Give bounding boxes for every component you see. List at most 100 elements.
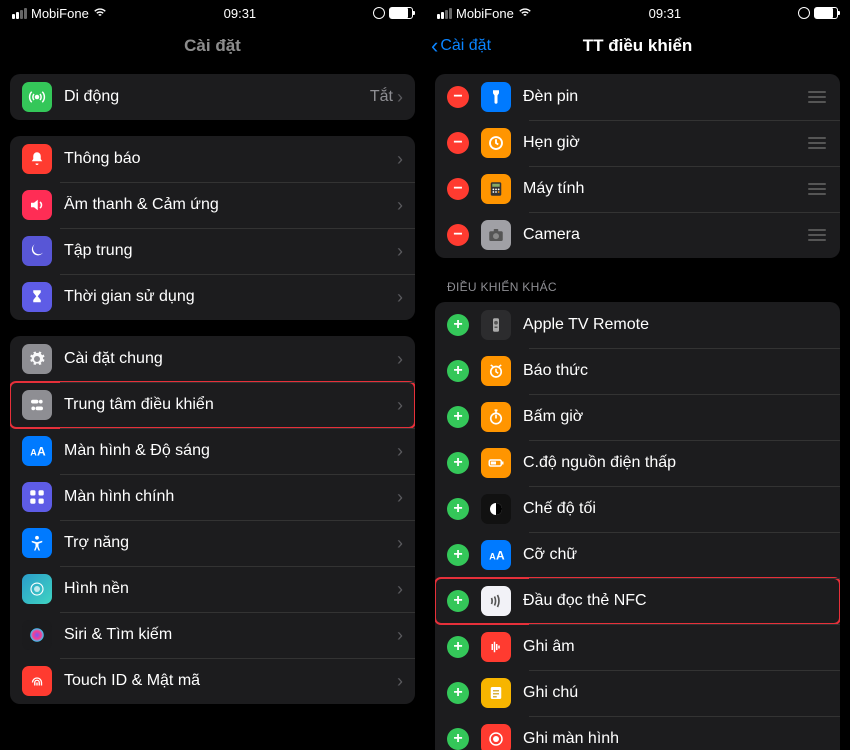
row-label: Trợ năng: [64, 534, 397, 552]
textsize-icon: AA: [481, 540, 511, 570]
alarm-indicator-icon: [798, 7, 810, 19]
remove-button[interactable]: −: [447, 178, 469, 200]
settings-row[interactable]: Siri & Tìm kiếm›: [10, 612, 415, 658]
battery-icon: [481, 448, 511, 478]
settings-screen: MobiFone 09:31 Cài đặt Di độngTắt› Thông…: [0, 0, 425, 750]
nav-header: Cài đặt: [0, 26, 425, 66]
row-label: Siri & Tìm kiếm: [64, 626, 397, 644]
back-label: Cài đặt: [440, 37, 491, 55]
control-row: +Ghi màn hình: [435, 716, 840, 750]
control-row: −Máy tính: [435, 166, 840, 212]
settings-row[interactable]: Trung tâm điều khiển›: [10, 382, 415, 428]
antenna-icon: [22, 82, 52, 112]
add-button[interactable]: +: [447, 498, 469, 520]
add-button[interactable]: +: [447, 590, 469, 612]
row-label: Âm thanh & Cảm ứng: [64, 196, 397, 214]
gear-icon: [22, 344, 52, 374]
cellular-signal-icon: [12, 8, 27, 19]
chevron-right-icon: ›: [397, 241, 403, 262]
chevron-right-icon: ›: [397, 487, 403, 508]
control-label: Bấm giờ: [523, 408, 828, 426]
control-label: Báo thức: [523, 362, 828, 380]
back-button[interactable]: ‹ Cài đặt: [431, 35, 491, 57]
cellular-signal-icon: [437, 8, 452, 19]
add-button[interactable]: +: [447, 360, 469, 382]
svg-text:A: A: [37, 445, 46, 459]
remove-button[interactable]: −: [447, 224, 469, 246]
speaker-icon: [22, 190, 52, 220]
settings-row[interactable]: Tập trung›: [10, 228, 415, 274]
group-general: Cài đặt chung›Trung tâm điều khiển›AAMàn…: [10, 336, 415, 704]
settings-row[interactable]: Âm thanh & Cảm ứng›: [10, 182, 415, 228]
svg-text:A: A: [30, 448, 37, 458]
drag-handle-icon[interactable]: [806, 181, 828, 197]
control-row: +C.độ nguồn điện thấp: [435, 440, 840, 486]
chevron-right-icon: ›: [397, 671, 403, 692]
timer-icon: [481, 128, 511, 158]
grid-icon: [22, 482, 52, 512]
chevron-right-icon: ›: [397, 87, 403, 108]
flashlight-icon: [481, 82, 511, 112]
settings-row[interactable]: Cài đặt chung›: [10, 336, 415, 382]
carrier-label: MobiFone: [31, 6, 89, 21]
add-button[interactable]: +: [447, 452, 469, 474]
hourglass-icon: [22, 282, 52, 312]
add-button[interactable]: +: [447, 682, 469, 704]
settings-row[interactable]: Thông báo›: [10, 136, 415, 182]
control-label: Chế độ tối: [523, 500, 828, 518]
chevron-right-icon: ›: [397, 349, 403, 370]
row-label: Hình nền: [64, 580, 397, 598]
notes-icon: [481, 678, 511, 708]
switches-icon: [22, 390, 52, 420]
control-row: − Camera: [435, 212, 840, 258]
add-button[interactable]: +: [447, 636, 469, 658]
settings-row[interactable]: Trợ năng›: [10, 520, 415, 566]
control-row: + Báo thức: [435, 348, 840, 394]
remove-button[interactable]: −: [447, 132, 469, 154]
control-label: Ghi chú: [523, 684, 828, 702]
row-label: Thông báo: [64, 150, 397, 168]
clock: 09:31: [224, 6, 257, 21]
control-row: +Ghi âm: [435, 624, 840, 670]
alarm-icon: [481, 356, 511, 386]
add-button[interactable]: +: [447, 544, 469, 566]
settings-row[interactable]: Hình nền›: [10, 566, 415, 612]
drag-handle-icon[interactable]: [806, 135, 828, 151]
chevron-left-icon: ‹: [431, 35, 438, 57]
add-button[interactable]: +: [447, 728, 469, 750]
row-label: Thời gian sử dụng: [64, 288, 397, 306]
chevron-right-icon: ›: [397, 395, 403, 416]
settings-row[interactable]: Màn hình chính›: [10, 474, 415, 520]
settings-row[interactable]: Di độngTắt›: [10, 74, 415, 120]
remove-button[interactable]: −: [447, 86, 469, 108]
remote-icon: [481, 310, 511, 340]
settings-row[interactable]: Touch ID & Mật mã›: [10, 658, 415, 704]
control-row: + AA Cỡ chữ: [435, 532, 840, 578]
camera-icon: [481, 220, 511, 250]
control-label: Cỡ chữ: [523, 546, 828, 564]
add-button[interactable]: +: [447, 406, 469, 428]
more-controls-list: + Apple TV Remote + Báo thức + Bấm giờ +C.độ n…: [435, 302, 840, 750]
settings-row[interactable]: AAMàn hình & Độ sáng›: [10, 428, 415, 474]
stopwatch-icon: [481, 402, 511, 432]
group-notifications: Thông báo›Âm thanh & Cảm ứng›Tập trung›T…: [10, 136, 415, 320]
drag-handle-icon[interactable]: [806, 89, 828, 105]
svg-text:A: A: [496, 549, 505, 563]
add-button[interactable]: +: [447, 314, 469, 336]
control-row: + Bấm giờ: [435, 394, 840, 440]
more-controls-header: ĐIỀU KHIỂN KHÁC: [447, 280, 828, 294]
row-label: Touch ID & Mật mã: [64, 672, 397, 690]
nav-header: ‹ Cài đặt TT điều khiển: [425, 26, 850, 66]
page-title: Cài đặt: [184, 36, 241, 56]
accessibility-icon: [22, 528, 52, 558]
wifi-icon: [93, 6, 107, 20]
settings-row[interactable]: Thời gian sử dụng›: [10, 274, 415, 320]
row-label: Màn hình chính: [64, 488, 397, 506]
control-center-screen: MobiFone 09:31 ‹ Cài đặt TT điều khiển −…: [425, 0, 850, 750]
control-label: Apple TV Remote: [523, 316, 828, 334]
control-label: Camera: [523, 226, 806, 244]
wifi-icon: [518, 6, 532, 20]
row-label: Trung tâm điều khiển: [64, 396, 397, 414]
nfc-icon: [481, 586, 511, 616]
drag-handle-icon[interactable]: [806, 227, 828, 243]
